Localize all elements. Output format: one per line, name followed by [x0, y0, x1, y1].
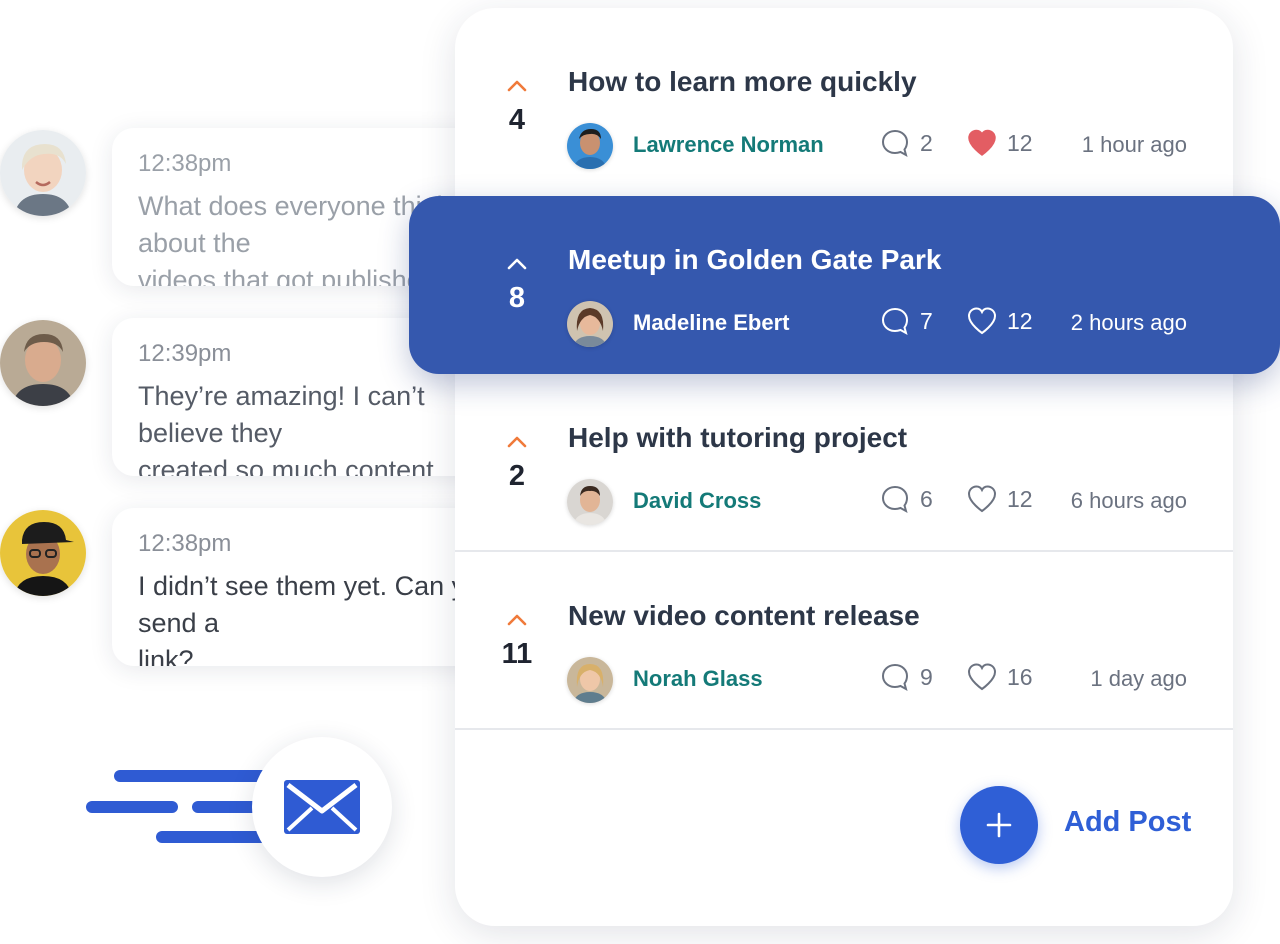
avatar [567, 301, 613, 347]
comment-count-value: 9 [920, 663, 933, 690]
upvote-caret-icon[interactable] [497, 252, 537, 274]
post-row-selected[interactable]: 8 Meetup in Golden Gate Park Madeline Eb… [409, 196, 1280, 374]
comment-count[interactable]: 6 [880, 484, 933, 514]
avatar [567, 123, 613, 169]
comment-count-value: 6 [920, 485, 933, 512]
author-name[interactable]: Norah Glass [633, 666, 763, 692]
post-title[interactable]: New video content release [568, 600, 920, 632]
comment-count[interactable]: 9 [880, 662, 933, 692]
post-row[interactable]: 11 New video content release Norah Glass… [455, 552, 1233, 730]
post-meta: David Cross 6 12 6 hours ago [567, 479, 1187, 527]
comment-count-value: 7 [920, 307, 933, 334]
post-title[interactable]: Meetup in Golden Gate Park [568, 244, 941, 276]
vote-control: 11 [497, 608, 537, 671]
like-count-value: 12 [1007, 129, 1033, 156]
author-name[interactable]: David Cross [633, 488, 761, 514]
post-meta: Norah Glass 9 16 1 day ago [567, 657, 1187, 705]
vote-count: 2 [508, 460, 526, 492]
avatar [567, 479, 613, 525]
vote-control: 2 [497, 430, 537, 493]
post-row[interactable]: 4 How to learn more quickly Lawrence Nor… [455, 18, 1233, 196]
upvote-caret-icon[interactable] [497, 74, 537, 96]
comment-count[interactable]: 2 [880, 128, 933, 158]
plus-icon [986, 812, 1012, 838]
comment-icon [881, 307, 909, 336]
avatar [0, 320, 86, 406]
heart-icon [967, 663, 997, 691]
post-title[interactable]: Help with tutoring project [568, 422, 907, 454]
upvote-caret-icon[interactable] [497, 430, 537, 452]
post-meta: Madeline Ebert 7 12 2 hours ago [567, 301, 1187, 349]
comment-count[interactable]: 7 [880, 306, 933, 336]
vote-count: 8 [508, 282, 526, 314]
post-time: 1 hour ago [1081, 132, 1187, 157]
like-count[interactable]: 12 [967, 306, 1033, 336]
speed-line [86, 801, 178, 813]
avatar [567, 657, 613, 703]
comment-icon [881, 485, 909, 514]
author-name[interactable]: Lawrence Norman [633, 132, 824, 158]
author-name[interactable]: Madeline Ebert [633, 310, 789, 336]
comment-count-value: 2 [920, 129, 933, 156]
envelope-icon [284, 780, 360, 834]
like-count-value: 12 [1007, 307, 1033, 334]
like-count[interactable]: 16 [967, 662, 1033, 692]
vote-control: 8 [497, 252, 537, 315]
vote-control: 4 [497, 74, 537, 137]
envelope-button[interactable] [252, 737, 392, 877]
post-time: 6 hours ago [1070, 488, 1187, 513]
speed-line [114, 770, 274, 782]
post-title[interactable]: How to learn more quickly [568, 66, 917, 98]
post-row[interactable]: 2 Help with tutoring project David Cross… [455, 374, 1233, 552]
avatar [0, 510, 86, 596]
heart-icon [967, 307, 997, 335]
post-time: 1 day ago [1090, 666, 1187, 691]
heart-icon [967, 485, 997, 513]
like-count[interactable]: 12 [967, 484, 1033, 514]
add-post-link[interactable]: Add Post [1064, 806, 1191, 839]
avatar [0, 130, 86, 216]
heart-icon [968, 129, 996, 156]
vote-count: 11 [501, 638, 533, 670]
add-post-button[interactable] [960, 786, 1038, 864]
vote-count: 4 [508, 104, 526, 136]
like-count[interactable]: 12 [967, 128, 1033, 158]
like-count-value: 16 [1007, 663, 1033, 690]
comment-icon [881, 129, 909, 158]
upvote-caret-icon[interactable] [497, 608, 537, 630]
post-time: 2 hours ago [1070, 310, 1187, 335]
like-count-value: 12 [1007, 485, 1033, 512]
post-meta: Lawrence Norman 2 12 1 hour ago [567, 123, 1187, 171]
message-bubble: 12:38pm I didn’t see them yet. Can you s… [112, 508, 512, 666]
comment-icon [881, 663, 909, 692]
